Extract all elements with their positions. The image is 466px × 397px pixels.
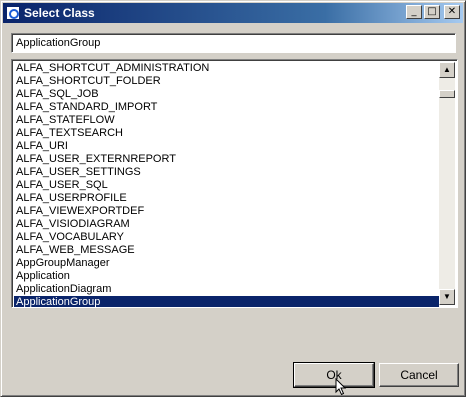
class-search-input[interactable] bbox=[11, 33, 456, 53]
scroll-down-button[interactable]: ▼ bbox=[439, 289, 455, 305]
list-item[interactable]: ALFA_VIEWEXPORTDEF bbox=[14, 205, 439, 218]
maximize-button[interactable]: □ bbox=[424, 5, 440, 19]
list-item[interactable]: AppGroupManager bbox=[14, 257, 439, 270]
list-item[interactable]: ALFA_USER_EXTERNREPORT bbox=[14, 153, 439, 166]
list-item[interactable]: ApplicationGroup bbox=[14, 296, 439, 307]
ok-button[interactable]: Ok bbox=[293, 362, 375, 388]
list-item[interactable]: ApplicationDiagram bbox=[14, 283, 439, 296]
list-item[interactable]: ALFA_WEB_MESSAGE bbox=[14, 244, 439, 257]
app-icon bbox=[6, 6, 20, 20]
mouse-pointer-icon bbox=[335, 378, 347, 396]
minimize-button[interactable]: _ bbox=[406, 5, 422, 19]
list-item[interactable]: ALFA_STANDARD_IMPORT bbox=[14, 101, 439, 114]
list-item[interactable]: ALFA_STATEFLOW bbox=[14, 114, 439, 127]
list-item[interactable]: ALFA_VISIODIAGRAM bbox=[14, 218, 439, 231]
class-listbox[interactable]: ALFA_SHORTCUT_ADMINISTRATION ALFA_SHORTCU… bbox=[11, 59, 458, 308]
select-class-dialog: Select Class _ □ ✕ ALFA_SHORTCUT_ADMINIS… bbox=[0, 0, 466, 397]
list-item[interactable]: ALFA_URI bbox=[14, 140, 439, 153]
list-item[interactable]: ALFA_SHORTCUT_ADMINISTRATION bbox=[14, 62, 439, 75]
list-item[interactable]: ALFA_USER_SQL bbox=[14, 179, 439, 192]
scroll-thumb[interactable] bbox=[439, 90, 455, 98]
list-item[interactable]: ALFA_SQL_JOB bbox=[14, 88, 439, 101]
list-item[interactable]: Application bbox=[14, 270, 439, 283]
list-item[interactable]: ALFA_USER_SETTINGS bbox=[14, 166, 439, 179]
list-item[interactable]: ALFA_SHORTCUT_FOLDER bbox=[14, 75, 439, 88]
title-bar[interactable]: Select Class _ □ ✕ bbox=[3, 3, 463, 23]
class-list-items: ALFA_SHORTCUT_ADMINISTRATION ALFA_SHORTCU… bbox=[14, 62, 439, 307]
cancel-button[interactable]: Cancel bbox=[379, 363, 459, 387]
scroll-up-button[interactable]: ▲ bbox=[439, 62, 455, 78]
list-item[interactable]: ALFA_TEXTSEARCH bbox=[14, 127, 439, 140]
list-item[interactable]: ALFA_USERPROFILE bbox=[14, 192, 439, 205]
window-title: Select Class bbox=[24, 6, 95, 20]
list-item[interactable]: ALFA_VOCABULARY bbox=[14, 231, 439, 244]
window-controls: _ □ ✕ bbox=[404, 5, 460, 19]
close-button[interactable]: ✕ bbox=[444, 5, 460, 19]
vertical-scrollbar[interactable]: ▲ ▼ bbox=[439, 62, 455, 305]
